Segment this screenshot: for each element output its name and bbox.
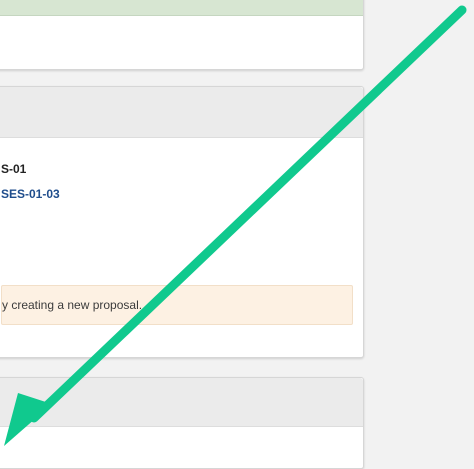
top-panel [0,0,364,70]
next-panel [0,377,364,469]
reference-code: S-01 [1,162,27,176]
notice-banner: y creating a new proposal. [1,285,353,325]
notice-text: y creating a new proposal. [2,298,143,312]
top-panel-header-success-bar [0,0,363,16]
next-panel-header [0,378,363,427]
details-panel-header [0,87,363,138]
reference-link[interactable]: SES-01-03 [1,187,60,201]
details-panel: S-01 SES-01-03 y creating a new proposal… [0,86,364,358]
